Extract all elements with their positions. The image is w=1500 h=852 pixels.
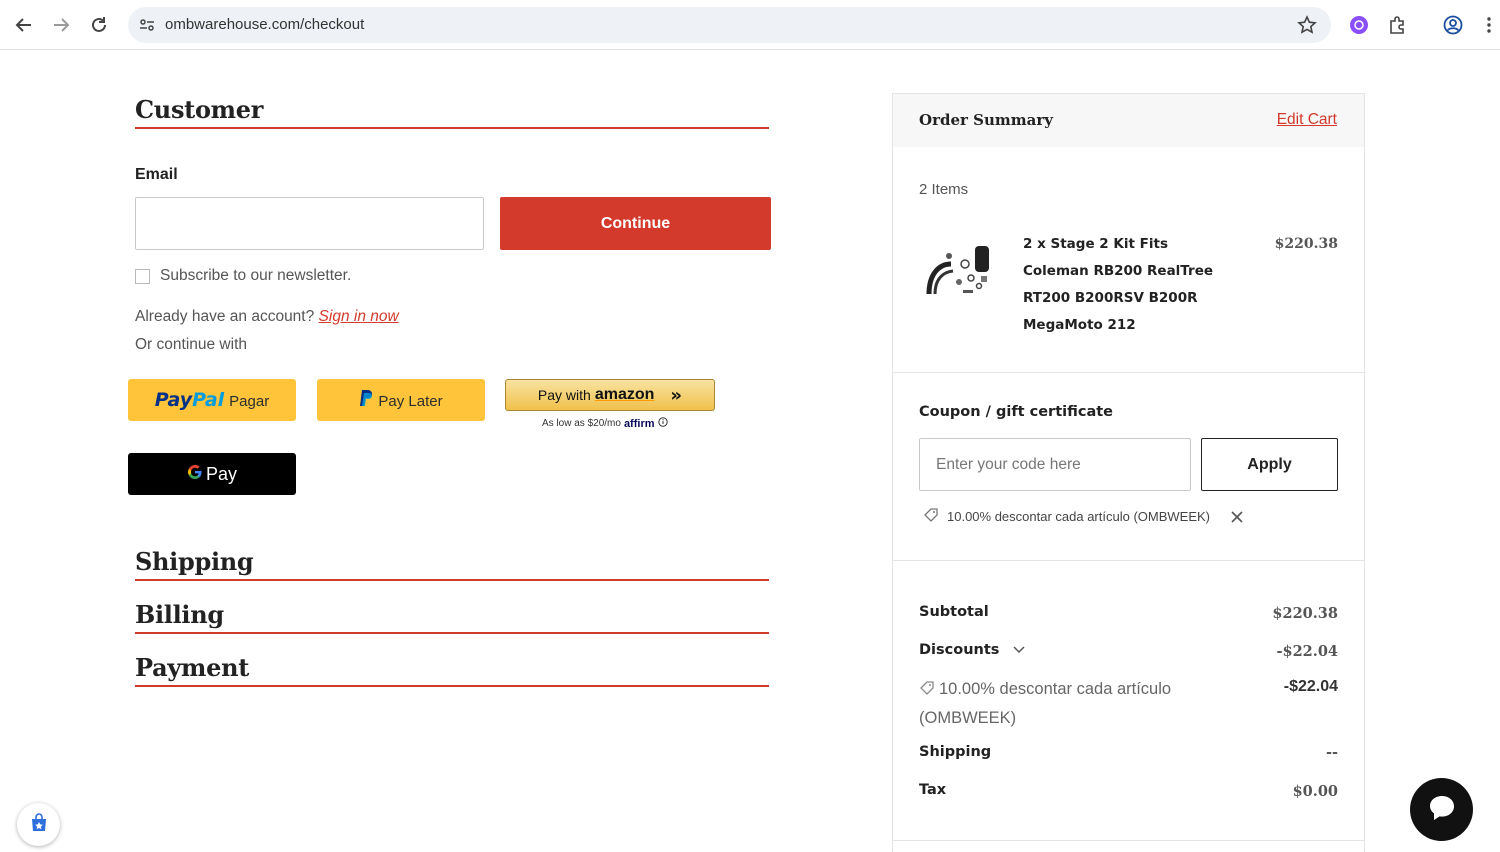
product-name[interactable]: 2 x Stage 2 Kit Fits Coleman RB200 RealT…: [1023, 231, 1238, 339]
profile-icon[interactable]: [1441, 13, 1465, 37]
order-summary-header: Order Summary Edit Cart: [893, 94, 1364, 147]
summary-divider: [893, 372, 1364, 373]
back-icon[interactable]: [11, 12, 37, 38]
billing-divider: [135, 632, 769, 634]
order-summary-panel: Order Summary Edit Cart 2 Items 2 x Stag…: [892, 93, 1365, 852]
url-text: ombwarehouse.com/checkout: [165, 16, 365, 33]
reload-icon[interactable]: [86, 12, 112, 38]
chat-button[interactable]: [1410, 778, 1473, 841]
email-field[interactable]: [135, 197, 484, 250]
newsletter-checkbox[interactable]: [135, 268, 150, 284]
paypal-button[interactable]: PayPal Pagar: [128, 379, 296, 421]
discount-detail: 10.00% descontar cada artículo (OMBWEEK): [919, 676, 1269, 732]
paypal-logo: PayPal: [154, 389, 225, 411]
tag-icon: [923, 507, 939, 526]
product-thumbnail: [919, 234, 997, 304]
customer-divider: [135, 127, 769, 129]
chevron-down-icon[interactable]: [1013, 642, 1025, 658]
paylater-button[interactable]: Pay Later: [317, 379, 485, 421]
discount-detail-value: -$22.04: [1283, 678, 1338, 695]
discounts-toggle[interactable]: Discounts: [919, 642, 1025, 658]
subtotal-value: $220.38: [1272, 605, 1338, 622]
billing-title[interactable]: Billing: [135, 600, 224, 629]
google-pay-label: Pay: [205, 463, 238, 484]
amazon-pay-text: Pay with: [537, 387, 591, 403]
amazon-logo: amazon: [594, 386, 655, 403]
remove-coupon-icon[interactable]: [1230, 510, 1244, 524]
extensions-puzzle-icon[interactable]: [1386, 13, 1410, 37]
discounts-label: Discounts: [919, 642, 1000, 658]
sign-in-link[interactable]: Sign in now: [319, 308, 399, 325]
info-icon[interactable]: [657, 417, 668, 430]
account-prompt: Already have an account? Sign in now: [135, 308, 399, 326]
site-settings-icon[interactable]: [136, 14, 158, 36]
address-bar[interactable]: ombwarehouse.com/checkout: [128, 7, 1331, 43]
apply-coupon-button[interactable]: Apply: [1201, 438, 1338, 491]
shipping-label: Shipping: [919, 744, 992, 760]
shop-badge[interactable]: [17, 803, 60, 846]
tax-value: $0.00: [1292, 783, 1338, 800]
paylater-label: Pay Later: [378, 392, 443, 410]
payment-title[interactable]: Payment: [135, 653, 249, 682]
shipping-divider: [135, 579, 769, 581]
chat-bubble-icon: [1427, 793, 1457, 827]
shopping-bag-icon: [28, 812, 50, 838]
amazon-pay-button[interactable]: Pay with amazon »: [505, 379, 715, 411]
items-count: 2 Items: [919, 181, 969, 198]
applied-coupon-text: 10.00% descontar cada artículo (OMBWEEK): [947, 509, 1211, 524]
shipping-value: --: [1325, 744, 1338, 761]
email-label: Email: [135, 166, 178, 183]
affirm-text: As low as $20/mo: [542, 418, 621, 429]
google-g-icon: [187, 464, 203, 484]
coupon-label: Coupon / gift certificate: [919, 404, 1113, 420]
payment-divider: [135, 685, 769, 687]
double-chevron-icon: »: [670, 384, 683, 406]
order-summary-title: Order Summary: [919, 111, 1053, 129]
shipping-title[interactable]: Shipping: [135, 547, 254, 576]
menu-dots-icon[interactable]: [1479, 13, 1499, 37]
coupon-code-input[interactable]: [919, 438, 1191, 491]
google-pay-button[interactable]: Pay: [128, 453, 296, 495]
tax-label: Tax: [919, 782, 947, 798]
applied-coupon: 10.00% descontar cada artículo (OMBWEEK): [923, 507, 1244, 526]
paypal-p-icon: [359, 389, 373, 411]
customer-title: Customer: [135, 95, 264, 124]
bookmark-star-icon[interactable]: [1297, 15, 1317, 35]
discount-detail-text: 10.00% descontar cada artículo (OMBWEEK): [919, 680, 1172, 727]
newsletter-label: Subscribe to our newsletter.: [160, 267, 352, 284]
browser-toolbar: ombwarehouse.com/checkout: [0, 0, 1500, 50]
tag-icon: [919, 678, 935, 705]
forward-icon[interactable]: [48, 12, 74, 38]
product-price: $220.38: [1274, 236, 1338, 252]
newsletter-option[interactable]: Subscribe to our newsletter.: [135, 267, 351, 285]
affirm-logo: affirm: [623, 417, 655, 430]
continue-button[interactable]: Continue: [500, 197, 771, 250]
summary-divider: [893, 840, 1364, 841]
summary-divider: [893, 560, 1364, 561]
already-account-text: Already have an account?: [135, 308, 315, 325]
affirm-financing: As low as $20/mo affirm: [542, 417, 668, 430]
continue-with-text: Or continue with: [135, 336, 247, 353]
discounts-value: -$22.04: [1276, 643, 1338, 660]
edit-cart-link[interactable]: Edit Cart: [1277, 111, 1337, 129]
subtotal-label: Subtotal: [919, 604, 989, 620]
paypal-sub-label: Pagar: [229, 392, 270, 410]
extension-icon[interactable]: [1347, 13, 1371, 37]
